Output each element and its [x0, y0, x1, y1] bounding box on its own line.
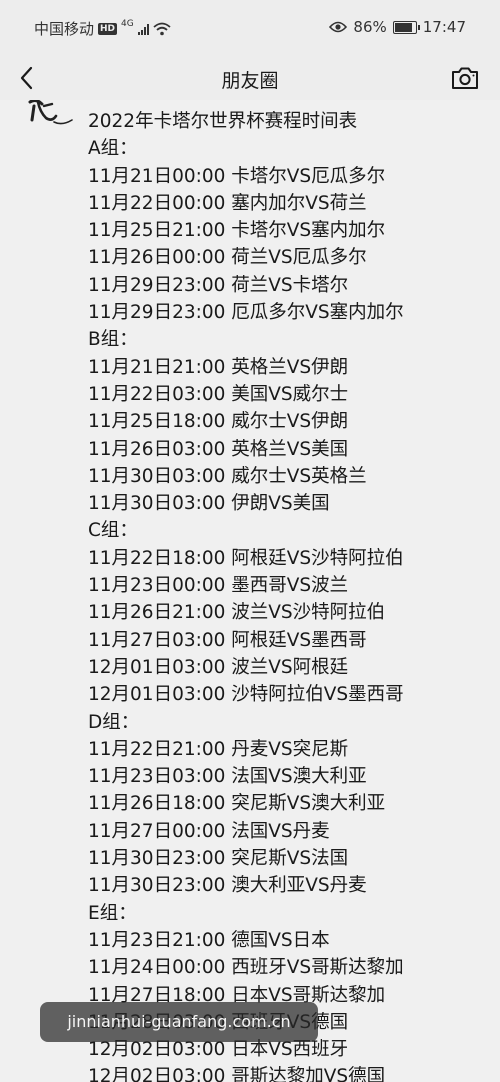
- hd-badge: HD: [98, 22, 118, 35]
- match-row: 11月23日00:00 墨西哥VS波兰: [88, 575, 349, 597]
- match-row: 11月24日00:00 西班牙VS哥斯达黎加: [88, 957, 404, 979]
- nav-bar: 朋友圈: [0, 56, 500, 100]
- match-row: 11月30日03:00 威尔士VS英格兰: [88, 465, 367, 487]
- eye-icon: [329, 21, 348, 33]
- match-row: 11月27日03:00 阿根廷VS墨西哥: [88, 629, 367, 651]
- match-row: 11月26日03:00 英格兰VS美国: [88, 438, 349, 460]
- match-row: 11月30日23:00 突尼斯VS法国: [88, 848, 349, 870]
- match-row: 11月29日23:00 厄瓜多尔VS塞内加尔: [88, 302, 404, 324]
- match-row: 11月26日18:00 突尼斯VS澳大利亚: [88, 793, 386, 815]
- battery-icon: [392, 20, 420, 34]
- carrier-name: 中国移动: [34, 20, 95, 38]
- signal-icon: [137, 23, 149, 35]
- group-label: D组：: [88, 711, 140, 733]
- status-right: 86% 17:47: [329, 18, 466, 36]
- match-row: 11月29日23:00 荷兰VS卡塔尔: [88, 274, 349, 296]
- network-type: 4G: [121, 18, 134, 29]
- match-row: 12月02日03:00 哥斯达黎加VS德国: [88, 1066, 386, 1082]
- match-row: 11月22日03:00 美国VS威尔士: [88, 383, 349, 405]
- group-label: E组：: [88, 902, 137, 924]
- status-bar: 中国移动 HD 4G 86% 17:47: [0, 0, 500, 56]
- match-row: 11月21日21:00 英格兰VS伊朗: [88, 356, 349, 378]
- avatar-calligraphy-icon[interactable]: [26, 100, 76, 130]
- group-label: C组：: [88, 520, 138, 542]
- site-watermark: jinnianhui-guanfang.com.cn: [40, 1002, 318, 1042]
- group-label: B组：: [88, 329, 138, 351]
- match-row: 12月01日03:00 波兰VS阿根廷: [88, 656, 349, 678]
- match-row: 11月22日21:00 丹麦VS突尼斯: [88, 738, 349, 760]
- match-row: 12月01日03:00 沙特阿拉伯VS墨西哥: [88, 684, 404, 706]
- match-row: 11月26日21:00 波兰VS沙特阿拉伯: [88, 602, 386, 624]
- match-row: 11月30日23:00 澳大利亚VS丹麦: [88, 875, 367, 897]
- clock: 17:47: [422, 18, 466, 36]
- match-row: 11月25日21:00 卡塔尔VS塞内加尔: [88, 220, 386, 242]
- match-row: 11月30日03:00 伊朗VS美国: [88, 493, 330, 515]
- page-title: 朋友圈: [221, 70, 279, 92]
- match-row: 11月27日00:00 法国VS丹麦: [88, 820, 330, 842]
- match-row: 11月23日03:00 法国VS澳大利亚: [88, 766, 367, 788]
- match-row: 11月22日18:00 阿根廷VS沙特阿拉伯: [88, 547, 404, 569]
- match-row: 11月26日00:00 荷兰VS厄瓜多尔: [88, 247, 367, 269]
- wifi-icon: [153, 22, 171, 35]
- moments-content: 2022年卡塔尔世界杯赛程时间表 A组： 11月21日00:00 卡塔尔VS厄瓜多…: [0, 100, 500, 1082]
- battery-percent: 86%: [353, 18, 387, 36]
- match-row: 11月21日00:00 卡塔尔VS厄瓜多尔: [88, 165, 386, 187]
- status-left: 中国移动 HD 4G: [34, 18, 171, 39]
- group-label: A组：: [88, 138, 138, 160]
- match-row: 11月25日18:00 威尔士VS伊朗: [88, 411, 349, 433]
- camera-icon[interactable]: [450, 64, 480, 92]
- match-row: 11月23日21:00 德国VS日本: [88, 929, 330, 951]
- post-text: 2022年卡塔尔世界杯赛程时间表 A组： 11月21日00:00 卡塔尔VS厄瓜多…: [88, 108, 488, 1082]
- post-title: 2022年卡塔尔世界杯赛程时间表: [88, 111, 358, 132]
- match-row: 11月22日00:00 塞内加尔VS荷兰: [88, 192, 367, 214]
